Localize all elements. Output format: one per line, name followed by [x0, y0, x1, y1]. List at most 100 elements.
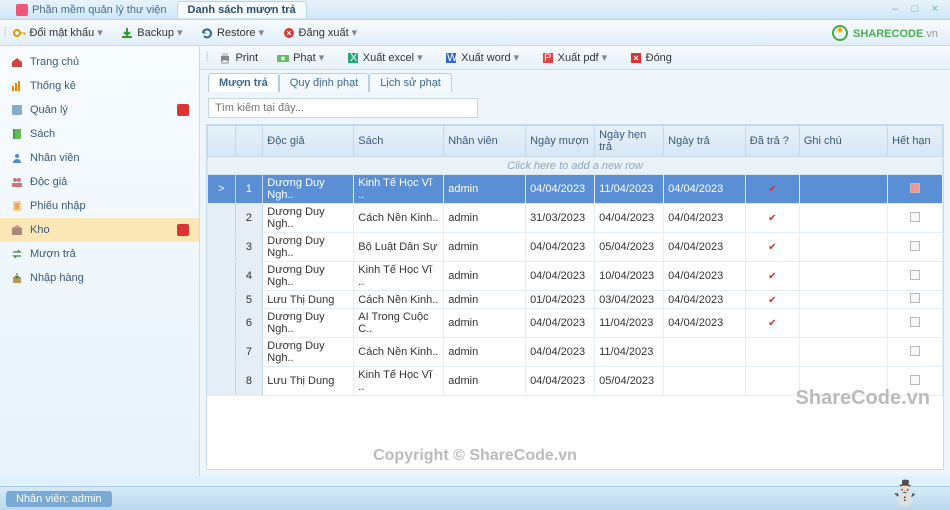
tab-fine-history[interactable]: Lịch sử phạt [369, 73, 452, 92]
checkbox-icon[interactable] [910, 317, 920, 327]
table-row[interactable]: 6Dương Duy Ngh..AI Trong Cuộc C..admin04… [208, 309, 943, 338]
sidebar-item-swap[interactable]: Mượn trả [0, 242, 199, 266]
pdf-icon: P [541, 51, 555, 65]
sidebar-item-label: Thống kê [30, 80, 76, 92]
user-icon [10, 151, 24, 165]
excel-icon: X [346, 51, 360, 65]
sidebar-item-label: Quản lý [30, 104, 68, 116]
change-password-button[interactable]: Đổi mật khẩu▾ [6, 24, 112, 42]
status-user: Nhân viên: admin [6, 491, 112, 507]
sidebar-item-label: Kho [30, 224, 50, 236]
logout-button[interactable]: Đăng xuất▾ [276, 24, 367, 42]
checkbox-icon[interactable] [910, 212, 920, 222]
checkbox-icon[interactable] [910, 270, 920, 280]
sidebar-item-home[interactable]: Trang chủ [0, 50, 199, 74]
badge-icon [177, 104, 189, 116]
sidebar-item-label: Nhân viên [30, 152, 80, 164]
sidebar-item-label: Sách [30, 128, 55, 140]
app-tab-label: Phần mềm quản lý thư viện [32, 4, 167, 16]
check-icon [766, 183, 778, 195]
backup-icon [120, 26, 134, 40]
checkbox-icon[interactable] [910, 183, 920, 193]
book-icon [10, 127, 24, 141]
check-icon [766, 294, 778, 306]
svg-text:X: X [350, 52, 358, 64]
sidebar-item-label: Độc giả [30, 176, 67, 188]
minimize-button[interactable]: – [886, 3, 904, 17]
sidebar-item-label: Phiếu nhập [30, 200, 86, 212]
check-icon [766, 270, 778, 282]
main-panel: ⦙ Print Phạt▾ X Xuất excel▾ W Xuất word▾… [200, 46, 950, 476]
titlebar: Phần mềm quản lý thư viện Danh sách mượn… [0, 0, 950, 20]
backup-button[interactable]: Backup▾ [114, 24, 192, 42]
table-row[interactable]: 3Dương Duy Ngh..Bộ Luật Dân Sựadmin04/04… [208, 233, 943, 262]
users-icon [10, 175, 24, 189]
export-pdf-button[interactable]: P Xuất pdf▾ [535, 49, 617, 67]
tab-fine-rules[interactable]: Quy định phạt [279, 73, 370, 92]
statusbar: Nhân viên: admin ⛄ [0, 486, 950, 510]
home-icon [10, 55, 24, 69]
grid-toolbar: ⦙ Print Phạt▾ X Xuất excel▾ W Xuất word▾… [200, 46, 950, 70]
print-button[interactable]: Print [212, 49, 264, 67]
sidebar-item-stats[interactable]: Thống kê [0, 74, 199, 98]
sub-tabs: Mượn trả Quy định phạt Lịch sử phạt [200, 70, 950, 92]
svg-text:P: P [544, 52, 551, 64]
manage-icon [10, 103, 24, 117]
sidebar-item-user[interactable]: Nhân viên [0, 146, 199, 170]
stats-icon [10, 79, 24, 93]
main-toolbar: ⦙ Đổi mật khẩu▾ Backup▾ Restore▾ Đăng xu… [0, 20, 950, 46]
word-icon: W [444, 51, 458, 65]
checkbox-icon[interactable] [910, 375, 920, 385]
export-excel-button[interactable]: X Xuất excel▾ [340, 49, 432, 67]
money-icon [276, 51, 290, 65]
table-row[interactable]: 4Dương Duy Ngh..Kinh Tế Học Vĩ ..admin04… [208, 262, 943, 291]
sidebar-item-book[interactable]: Sách [0, 122, 199, 146]
app-tab[interactable]: Phần mềm quản lý thư viện [6, 2, 177, 18]
sidebar-item-store[interactable]: Kho [0, 218, 199, 242]
table-row[interactable]: 5Lưu Thị DungCách Nền Kinh..admin01/04/2… [208, 291, 943, 309]
logout-icon [282, 26, 296, 40]
key-icon [12, 26, 26, 40]
sidebar-item-import[interactable]: Nhập hàng [0, 266, 199, 290]
table-row[interactable]: >1Dương Duy Ngh..Kinh Tế Học Vĩ ..admin0… [208, 175, 943, 204]
slip-icon [10, 199, 24, 213]
close-icon [629, 51, 643, 65]
swap-icon [10, 247, 24, 261]
close-button[interactable]: × [926, 3, 944, 17]
sidebar-item-label: Mượn trả [30, 248, 76, 260]
sidebar-item-label: Trang chủ [30, 56, 79, 68]
table-row[interactable]: 7Dương Duy Ngh..Cách Nền Kinh..admin04/0… [208, 338, 943, 367]
table-row[interactable]: 2Dương Duy Ngh..Cách Nền Kinh..admin31/0… [208, 204, 943, 233]
fine-button[interactable]: Phạt▾ [270, 49, 334, 67]
search-input[interactable] [208, 98, 478, 118]
badge-icon [177, 224, 189, 236]
checkbox-icon[interactable] [910, 346, 920, 356]
dropdown-icon: ▾ [97, 26, 106, 39]
check-icon [766, 241, 778, 253]
sidebar: Trang chủ Thống kê Quản lý Sách Nhân viên Độc… [0, 46, 200, 476]
data-grid[interactable]: Độc giảSáchNhân viênNgày mượnNgày hẹn tr… [206, 124, 944, 470]
maximize-button[interactable]: □ [906, 3, 924, 17]
sidebar-item-manage[interactable]: Quản lý [0, 98, 199, 122]
restore-icon [200, 26, 214, 40]
snowman-icon: ⛄ [890, 479, 920, 508]
app-icon [16, 4, 28, 16]
active-tab[interactable]: Danh sách mượn trả [177, 1, 307, 18]
sidebar-item-users[interactable]: Độc giả [0, 170, 199, 194]
store-icon [10, 223, 24, 237]
checkbox-icon[interactable] [910, 241, 920, 251]
check-icon [766, 317, 778, 329]
close-panel-button[interactable]: Đóng [623, 49, 678, 67]
tab-borrow-return[interactable]: Mượn trả [208, 73, 279, 92]
sidebar-item-slip[interactable]: Phiếu nhập [0, 194, 199, 218]
watermark: ShareCode.vn [796, 387, 930, 410]
checkbox-icon[interactable] [910, 293, 920, 303]
restore-button[interactable]: Restore▾ [194, 24, 274, 42]
export-word-button[interactable]: W Xuất word▾ [438, 49, 529, 67]
check-icon [766, 212, 778, 224]
new-row[interactable]: Click here to add a new row [208, 157, 943, 175]
import-icon [10, 271, 24, 285]
copyright-watermark: Copyright © ShareCode.vn [0, 447, 950, 465]
svg-text:W: W [447, 52, 458, 64]
sidebar-item-label: Nhập hàng [30, 272, 84, 284]
